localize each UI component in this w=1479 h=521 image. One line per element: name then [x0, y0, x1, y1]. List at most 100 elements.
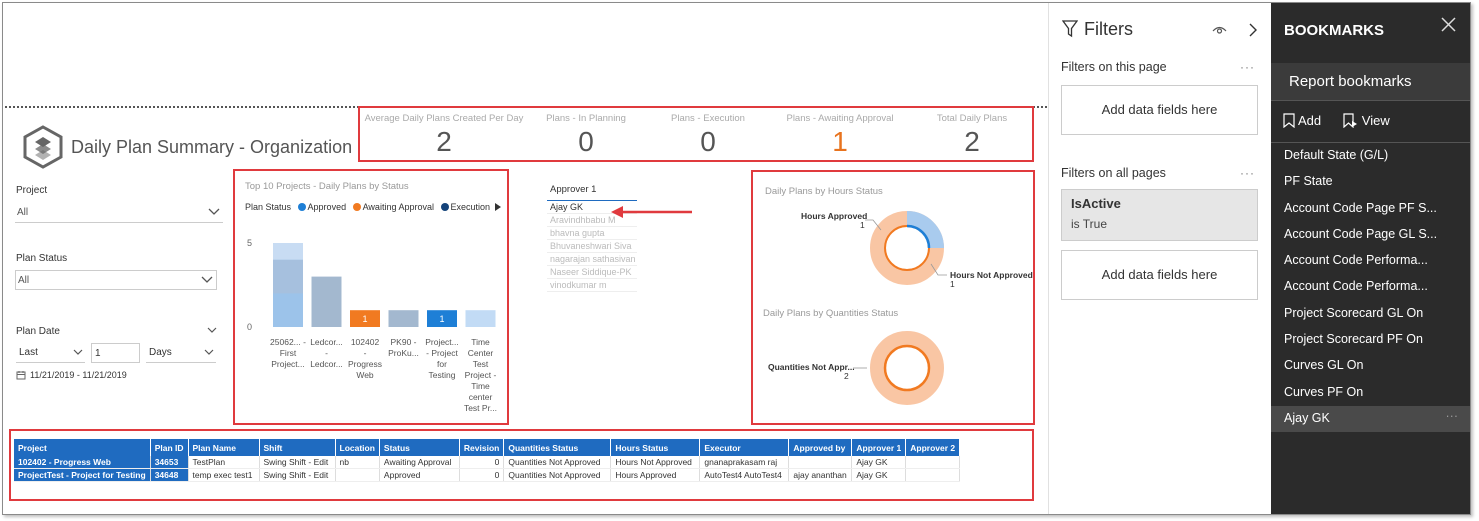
col-hours-status[interactable]: Hours Status	[610, 439, 701, 456]
kpi-in-planning[interactable]: Plans - In Planning 0	[526, 113, 646, 158]
approver-item-6[interactable]: vinodkumar m	[547, 279, 637, 292]
table-row[interactable]: 102402 - Progress Web 34653 TestPlan Swi…	[14, 456, 961, 469]
plan-status-dropdown-value: All	[18, 275, 30, 286]
kpi-label: Plans - Awaiting Approval	[786, 113, 894, 124]
plan-status-slicer-label: Plan Status	[16, 253, 68, 264]
bookmark-item-label: Ajay GK	[1284, 410, 1330, 425]
col-executor[interactable]: Executor	[699, 439, 790, 456]
col-revision[interactable]: Revision	[459, 439, 505, 456]
approver-item-3[interactable]: Bhuvaneshwari Siva	[547, 240, 637, 253]
bookmark-item[interactable]: Default State (G/L)	[1271, 143, 1470, 169]
bookmark-add-icon	[1283, 113, 1295, 129]
collapse-chevron-right-icon[interactable]	[1248, 23, 1258, 37]
top-projects-chart: Top 10 Projects - Daily Plans by Status …	[233, 169, 509, 425]
col-plan-name[interactable]: Plan Name	[188, 439, 260, 456]
bar-0-segment-1[interactable]	[273, 259, 303, 294]
approver-slicer-header: Approver 1	[547, 184, 637, 201]
plan-date-unit-dropdown[interactable]: Days	[146, 343, 216, 363]
col-location[interactable]: Location	[335, 439, 380, 456]
plan-date-mode-dropdown[interactable]: Last	[16, 343, 85, 363]
cell-plan-name: temp exec test1	[188, 468, 260, 482]
bookmark-item[interactable]: Curves PF On	[1271, 380, 1470, 406]
chevron-down-icon	[201, 276, 213, 283]
cell-plan-id[interactable]: 34653	[150, 456, 189, 469]
approver-item-5[interactable]: Naseer Siddique-PK	[547, 266, 637, 279]
filters-title: Filters	[1084, 19, 1133, 39]
col-shift[interactable]: Shift	[259, 439, 336, 456]
add-data-fields-page[interactable]: Add data fields here	[1061, 85, 1258, 135]
bookmark-item[interactable]: Account Code Performa...	[1271, 274, 1470, 300]
more-options-icon[interactable]: ···	[1240, 60, 1255, 74]
kpi-value: 0	[578, 126, 594, 157]
bar-3[interactable]	[388, 310, 419, 327]
project-dropdown[interactable]: All	[15, 203, 223, 223]
plans-table: Project Plan ID Plan Name Shift Location…	[14, 439, 961, 482]
col-plan-id[interactable]: Plan ID	[150, 439, 189, 456]
bar-0-segment-0[interactable]	[273, 243, 303, 260]
close-icon[interactable]	[1441, 17, 1456, 32]
cell-project[interactable]: ProjectTest - Project for Testing	[14, 468, 151, 482]
bookmark-item[interactable]: Account Code Page GL S...	[1271, 222, 1470, 248]
col-status[interactable]: Status	[379, 439, 460, 456]
kpi-label: Plans - Execution	[671, 113, 745, 124]
approver-item-4[interactable]: nagarajan sathasivan	[547, 253, 637, 266]
col-quantities-status[interactable]: Quantities Status	[503, 439, 612, 456]
bookmark-item[interactable]: Project Scorecard PF On	[1271, 327, 1470, 353]
filter-name: IsActive	[1071, 196, 1121, 211]
cell-project[interactable]: 102402 - Progress Web	[14, 456, 151, 469]
cell-location	[335, 468, 380, 482]
plan-status-dropdown[interactable]: All	[15, 270, 217, 290]
bookmark-item[interactable]: Account Code Page PF S...	[1271, 196, 1470, 222]
more-options-icon[interactable]: ···	[1240, 166, 1255, 180]
cell-approver-1: Ajay GK	[851, 456, 907, 469]
more-options-icon[interactable]: ···	[1446, 409, 1459, 423]
chevron-down-icon	[204, 349, 214, 355]
plan-date-count-input[interactable]: 1	[91, 343, 140, 363]
col-approver-1[interactable]: Approver 1	[851, 439, 907, 456]
cell-approver-2	[905, 456, 961, 469]
cell-status: Awaiting Approval	[379, 456, 460, 469]
cell-hours-status: Hours Not Approved	[610, 456, 701, 469]
bookmark-item[interactable]: Curves GL On	[1271, 353, 1470, 379]
cell-plan-id[interactable]: 34648	[150, 468, 189, 482]
app-frame: Daily Plan Summary - Organization Averag…	[2, 2, 1471, 515]
kpi-awaiting-approval[interactable]: Plans - Awaiting Approval 1	[770, 113, 910, 158]
add-bookmark-label: Add	[1298, 113, 1322, 128]
add-data-fields-all[interactable]: Add data fields here	[1061, 250, 1258, 300]
view-bookmark-label: View	[1361, 113, 1390, 128]
col-project[interactable]: Project	[14, 439, 151, 456]
col-approved-by[interactable]: Approved by	[788, 439, 853, 456]
bookmark-item[interactable]: Project Scorecard GL On	[1271, 301, 1470, 327]
filters-pane: Filters Filters on this page ··· Add dat…	[1048, 3, 1271, 514]
approver-item-2[interactable]: bhavna gupta	[547, 227, 637, 240]
arrow-left-icon	[611, 206, 692, 218]
bookmark-list: Default State (G/L) PF State Account Cod…	[1271, 142, 1470, 433]
bar-5[interactable]	[465, 310, 496, 327]
company-logo-icon	[23, 125, 63, 169]
add-bookmark-button[interactable]: Add	[1283, 113, 1322, 129]
bookmark-view-icon	[1343, 113, 1357, 129]
bookmark-item[interactable]: Account Code Performa...	[1271, 248, 1470, 274]
x-category-label-2: 102402 - Progress Web	[347, 337, 382, 380]
bar-1[interactable]	[311, 276, 342, 327]
kpi-avg-plans[interactable]: Average Daily Plans Created Per Day 2	[362, 113, 526, 158]
cell-quantities-status: Quantities Not Approved	[503, 468, 612, 482]
eye-icon[interactable]	[1212, 24, 1227, 36]
kpi-value: 2	[436, 126, 452, 157]
kpi-label: Plans - In Planning	[546, 113, 626, 124]
col-approver-2[interactable]: Approver 2	[905, 439, 961, 456]
chevron-down-icon[interactable]	[206, 325, 218, 335]
x-category-label-4: Project... - Project for Testing	[425, 337, 459, 380]
project-slicer-label: Project	[16, 185, 48, 196]
bookmark-item-selected[interactable]: Ajay GK ···	[1271, 405, 1470, 433]
kpi-total-plans[interactable]: Total Daily Plans 2	[912, 113, 1032, 158]
bookmarks-pane: BOOKMARKS Report bookmarks Add View Defa…	[1271, 3, 1470, 514]
bookmark-item[interactable]: PF State	[1271, 169, 1470, 195]
kpi-value: 0	[700, 126, 716, 157]
table-row[interactable]: ProjectTest - Project for Testing 34648 …	[14, 468, 961, 482]
view-bookmark-button[interactable]: View	[1343, 113, 1390, 129]
kpi-value: 1	[832, 126, 848, 157]
isactive-filter-card[interactable]: IsActive is True	[1061, 189, 1258, 241]
kpi-execution[interactable]: Plans - Execution 0	[648, 113, 768, 158]
cell-approved-by	[788, 456, 853, 469]
